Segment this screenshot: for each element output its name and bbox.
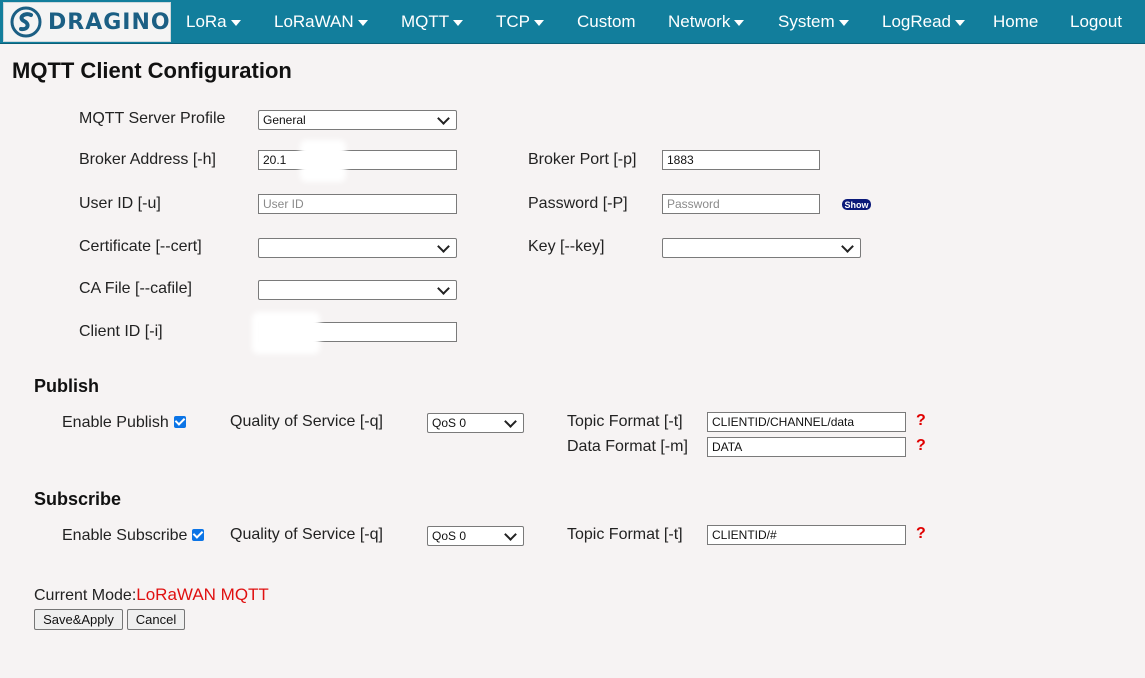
ca-file-select[interactable] — [258, 280, 457, 300]
password-label: Password [-P] — [528, 195, 628, 212]
user-id-label: User ID [-u] — [79, 195, 161, 212]
cancel-button[interactable]: Cancel — [127, 609, 185, 630]
publish-topic-format-input[interactable]: CLIENTID/CHANNEL/data — [707, 412, 906, 432]
nav-item-system[interactable]: System — [778, 0, 849, 43]
publish-topic-format-label: Topic Format [-t] — [567, 413, 683, 430]
certificate-select[interactable] — [258, 238, 457, 258]
select-value: QoS 0 — [432, 529, 467, 543]
publish-qos-label: Quality of Service [-q] — [230, 413, 383, 430]
current-mode-label: Current Mode: — [34, 587, 137, 604]
publish-topic-help-icon[interactable]: ? — [916, 412, 926, 430]
redaction-blur — [300, 140, 346, 182]
nav-item-logout[interactable]: Logout — [1070, 0, 1122, 43]
enable-publish-checkbox[interactable] — [174, 416, 186, 428]
chevron-down-icon — [437, 281, 450, 295]
current-mode-value: LoRaWAN MQTT — [136, 585, 269, 604]
caret-down-icon — [534, 19, 544, 26]
nav-label: TCP — [496, 12, 530, 31]
password-input[interactable]: Password — [662, 194, 820, 214]
user-id-input[interactable]: User ID — [258, 194, 457, 214]
chevron-down-icon — [504, 414, 517, 428]
nav-item-home[interactable]: Home — [993, 0, 1038, 43]
publish-section-title: Publish — [34, 376, 100, 396]
key-select[interactable] — [662, 238, 861, 258]
subscribe-section-title: Subscribe — [34, 489, 122, 509]
key-label: Key [--key] — [528, 238, 605, 255]
caret-down-icon — [453, 19, 464, 26]
nav-item-network[interactable]: Network — [668, 0, 745, 43]
certificate-label: Certificate [--cert] — [79, 238, 202, 255]
subscribe-qos-label: Quality of Service [-q] — [230, 526, 383, 543]
mqtt-server-profile-label: MQTT Server Profile — [79, 110, 226, 127]
publish-data-help-icon[interactable]: ? — [916, 437, 926, 455]
chevron-down-icon — [437, 239, 450, 253]
nav-item-lora[interactable]: LoRa — [186, 0, 241, 43]
subscribe-topic-format-label: Topic Format [-t] — [567, 526, 683, 543]
nav-item-logread[interactable]: LogRead — [882, 0, 966, 43]
select-value: General — [263, 113, 306, 127]
subscribe-qos-select[interactable]: QoS 0 — [427, 526, 524, 546]
caret-down-icon — [838, 19, 849, 26]
nav-label: System — [778, 12, 835, 31]
nav-label: LoRaWAN — [274, 12, 354, 31]
publish-data-format-label: Data Format [-m] — [567, 438, 688, 455]
redaction-blur — [252, 312, 320, 354]
nav-label: Home — [993, 12, 1039, 31]
subscribe-topic-help-icon[interactable]: ? — [916, 525, 926, 543]
page-title: MQTT Client Configuration — [12, 58, 292, 83]
nav-label: Network — [668, 12, 731, 31]
chevron-down-icon — [504, 527, 517, 541]
enable-subscribe-checkbox[interactable] — [192, 529, 204, 541]
nav-label: LogRead — [882, 12, 952, 31]
top-navigation-bar: DRAGINO LoRa LoRaWAN MQTT TCP Custom Net… — [0, 0, 1145, 44]
nav-item-mqtt[interactable]: MQTT — [401, 0, 464, 43]
nav-item-tcp[interactable]: TCP — [496, 0, 544, 43]
current-mode: Current Mode:LoRaWAN MQTT — [34, 585, 269, 605]
subscribe-topic-format-input[interactable]: CLIENTID/# — [707, 525, 906, 545]
client-id-label: Client ID [-i] — [79, 323, 163, 340]
publish-data-format-input[interactable]: DATA — [707, 437, 906, 457]
broker-address-label: Broker Address [-h] — [79, 151, 216, 168]
logo-text: DRAGINO — [48, 9, 171, 35]
broker-port-input[interactable]: 1883 — [662, 150, 820, 170]
caret-down-icon — [955, 19, 966, 26]
chevron-down-icon — [437, 111, 450, 125]
show-password-button[interactable]: Show — [842, 199, 871, 210]
chevron-down-icon — [841, 239, 854, 253]
save-apply-button[interactable]: Save&Apply — [34, 609, 123, 630]
select-value: QoS 0 — [432, 416, 467, 430]
broker-address-input[interactable]: 20.1 — [258, 150, 457, 170]
dragino-logo[interactable]: DRAGINO — [3, 2, 171, 42]
caret-down-icon — [230, 19, 241, 26]
mqtt-server-profile-select[interactable]: General — [258, 110, 457, 130]
enable-publish-label: Enable Publish — [62, 414, 169, 431]
nav-item-custom[interactable]: Custom — [577, 0, 636, 43]
nav-label: Custom — [577, 12, 636, 31]
nav-label: Logout — [1070, 12, 1122, 31]
broker-port-label: Broker Port [-p] — [528, 151, 637, 168]
enable-subscribe-label: Enable Subscribe — [62, 527, 188, 544]
dragino-swirl-icon — [10, 5, 42, 39]
nav-item-lorawan[interactable]: LoRaWAN — [274, 0, 368, 43]
caret-down-icon — [357, 19, 368, 26]
publish-qos-select[interactable]: QoS 0 — [427, 413, 524, 433]
ca-file-label: CA File [--cafile] — [79, 280, 192, 297]
caret-down-icon — [734, 19, 745, 26]
nav-label: LoRa — [186, 12, 227, 31]
nav-label: MQTT — [401, 12, 450, 31]
